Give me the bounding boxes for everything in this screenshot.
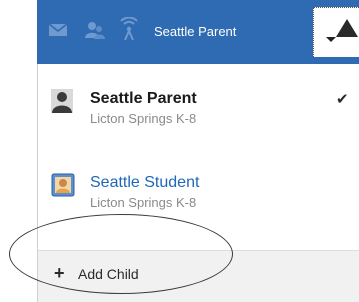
menu-item-name: Seattle Student: [90, 174, 200, 191]
caret-down-icon: [326, 37, 336, 42]
menu-item-school: Licton Springs K-8: [90, 195, 197, 210]
cursor-pointer-icon: [336, 19, 358, 37]
plus-icon: +: [54, 263, 65, 283]
account-dropdown-menu: Seattle Parent Licton Springs K-8 ✔ Seat…: [37, 64, 359, 302]
student-id-icon: [51, 173, 75, 202]
menu-item-school: Licton Springs K-8: [90, 111, 197, 126]
add-child-label: Add Child: [78, 266, 139, 282]
top-navigation-bar: Seattle Parent: [37, 0, 359, 64]
menu-item-seattle-student[interactable]: Seattle Student Licton Springs K-8: [38, 172, 359, 232]
menu-item-name: Seattle Parent: [90, 90, 197, 107]
account-dropdown-toggle[interactable]: [313, 7, 359, 57]
add-child-button[interactable]: + Add Child: [38, 250, 359, 302]
checkmark-icon: ✔: [336, 91, 349, 108]
mail-icon[interactable]: [48, 22, 68, 43]
current-user-name[interactable]: Seattle Parent: [154, 24, 236, 39]
person-silhouette-icon: [51, 89, 73, 118]
menu-item-seattle-parent[interactable]: Seattle Parent Licton Springs K-8 ✔: [38, 88, 359, 148]
signal-icon[interactable]: [118, 16, 140, 46]
people-icon[interactable]: [84, 20, 106, 45]
